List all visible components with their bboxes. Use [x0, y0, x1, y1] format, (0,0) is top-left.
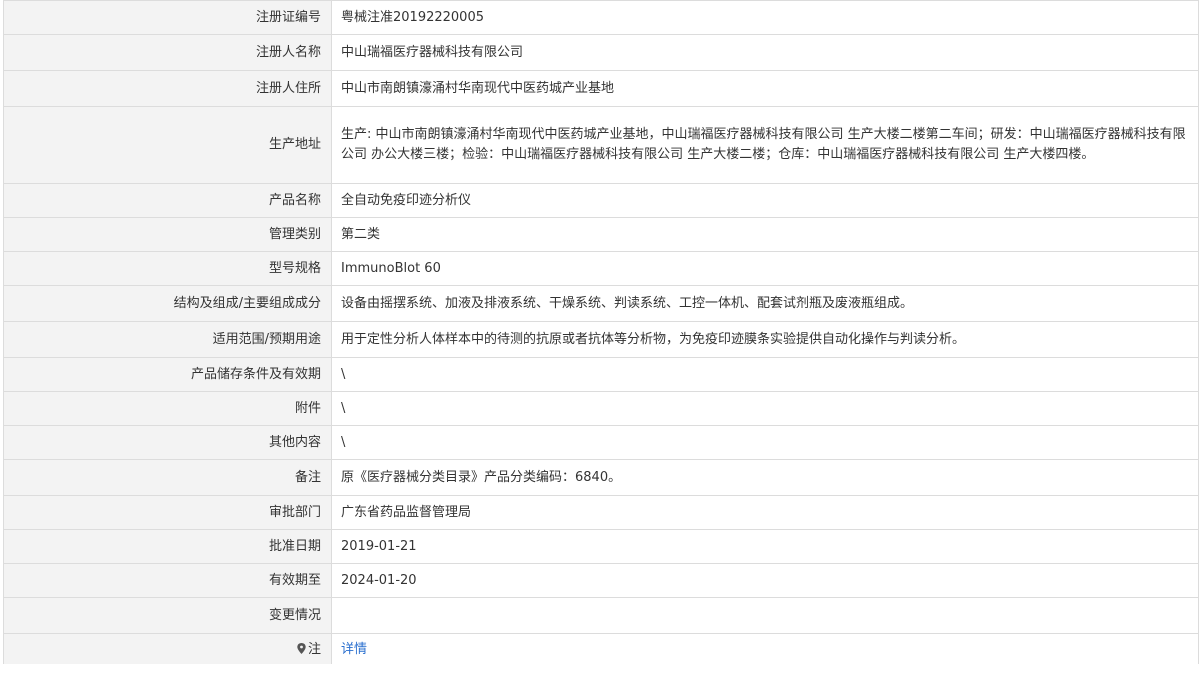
field-value: 中山市南朗镇濠涌村华南现代中医药城产业基地: [331, 70, 1199, 107]
field-value: 2019-01-21: [331, 529, 1199, 564]
field-value: 设备由摇摆系统、加液及排液系统、干燥系统、判读系统、工控一体机、配套试剂瓶及废液…: [331, 285, 1199, 322]
table-row-intended-use: 适用范围/预期用途 用于定性分析人体样本中的待测的抗原或者抗体等分析物，为免疫印…: [3, 321, 1199, 358]
table-row-other-content: 其他内容 \: [3, 425, 1199, 460]
field-label: 管理类别: [3, 217, 332, 252]
field-label: 备注: [3, 459, 332, 496]
field-label: 型号规格: [3, 251, 332, 286]
field-value: 用于定性分析人体样本中的待测的抗原或者抗体等分析物，为免疫印迹膜条实验提供自动化…: [331, 321, 1199, 358]
table-row-approval-department: 审批部门 广东省药品监督管理局: [3, 495, 1199, 530]
details-link[interactable]: 详情: [341, 642, 367, 657]
table-row-production-address: 生产地址 生产: 中山市南朗镇濠涌村华南现代中医药城产业基地，中山瑞福医疗器械科…: [3, 106, 1199, 184]
field-label: 产品储存条件及有效期: [3, 357, 332, 392]
field-value: 粤械注准20192220005: [331, 0, 1199, 35]
table-row-registration-number: 注册证编号 粤械注准20192220005: [3, 0, 1199, 35]
field-label: 适用范围/预期用途: [3, 321, 332, 358]
field-value: 生产: 中山市南朗镇濠涌村华南现代中医药城产业基地，中山瑞福医疗器械科技有限公司…: [331, 106, 1199, 184]
field-label: 生产地址: [3, 106, 332, 184]
registration-detail-page: 注册证编号 粤械注准20192220005 注册人名称 中山瑞福医疗器械科技有限…: [0, 0, 1200, 675]
table-row-model-spec: 型号规格 ImmunoBlot 60: [3, 251, 1199, 286]
table-row-change-history: 变更情况: [3, 597, 1199, 634]
field-value: 中山瑞福医疗器械科技有限公司: [331, 34, 1199, 71]
table-row-note: 注 详情: [3, 633, 1199, 665]
field-label: 审批部门: [3, 495, 332, 530]
map-pin-icon: [297, 642, 306, 654]
field-label: 注册人名称: [3, 34, 332, 71]
field-label: 有效期至: [3, 563, 332, 598]
table-row-registrant-address: 注册人住所 中山市南朗镇濠涌村华南现代中医药城产业基地: [3, 70, 1199, 107]
field-label: 结构及组成/主要组成成分: [3, 285, 332, 322]
table-row-storage-validity: 产品储存条件及有效期 \: [3, 357, 1199, 392]
field-label: 变更情况: [3, 597, 332, 634]
table-row-product-name: 产品名称 全自动免疫印迹分析仪: [3, 183, 1199, 218]
field-label: 产品名称: [3, 183, 332, 218]
field-label: 附件: [3, 391, 332, 426]
field-label: 注册证编号: [3, 0, 332, 35]
note-value-cell: 详情: [331, 633, 1199, 665]
field-label: 其他内容: [3, 425, 332, 460]
note-label-cell: 注: [3, 633, 332, 665]
table-row-attachments: 附件 \: [3, 391, 1199, 426]
table-row-structure-composition: 结构及组成/主要组成成分 设备由摇摆系统、加液及排液系统、干燥系统、判读系统、工…: [3, 285, 1199, 322]
field-value: 原《医疗器械分类目录》产品分类编码：6840。: [331, 459, 1199, 496]
table-row-approval-date: 批准日期 2019-01-21: [3, 529, 1199, 564]
field-value: 全自动免疫印迹分析仪: [331, 183, 1199, 218]
note-label: 注: [307, 641, 321, 657]
table-row-valid-until: 有效期至 2024-01-20: [3, 563, 1199, 598]
field-label: 注册人住所: [3, 70, 332, 107]
field-value: [331, 597, 1199, 634]
registration-detail-table: 注册证编号 粤械注准20192220005 注册人名称 中山瑞福医疗器械科技有限…: [3, 0, 1199, 665]
field-value: \: [331, 357, 1199, 392]
field-value: \: [331, 391, 1199, 426]
field-value: 2024-01-20: [331, 563, 1199, 598]
field-value: 广东省药品监督管理局: [331, 495, 1199, 530]
table-row-registrant-name: 注册人名称 中山瑞福医疗器械科技有限公司: [3, 34, 1199, 71]
field-label: 批准日期: [3, 529, 332, 564]
table-row-remarks: 备注 原《医疗器械分类目录》产品分类编码：6840。: [3, 459, 1199, 496]
table-row-management-category: 管理类别 第二类: [3, 217, 1199, 252]
field-value: \: [331, 425, 1199, 460]
field-value: 第二类: [331, 217, 1199, 252]
field-value: ImmunoBlot 60: [331, 251, 1199, 286]
